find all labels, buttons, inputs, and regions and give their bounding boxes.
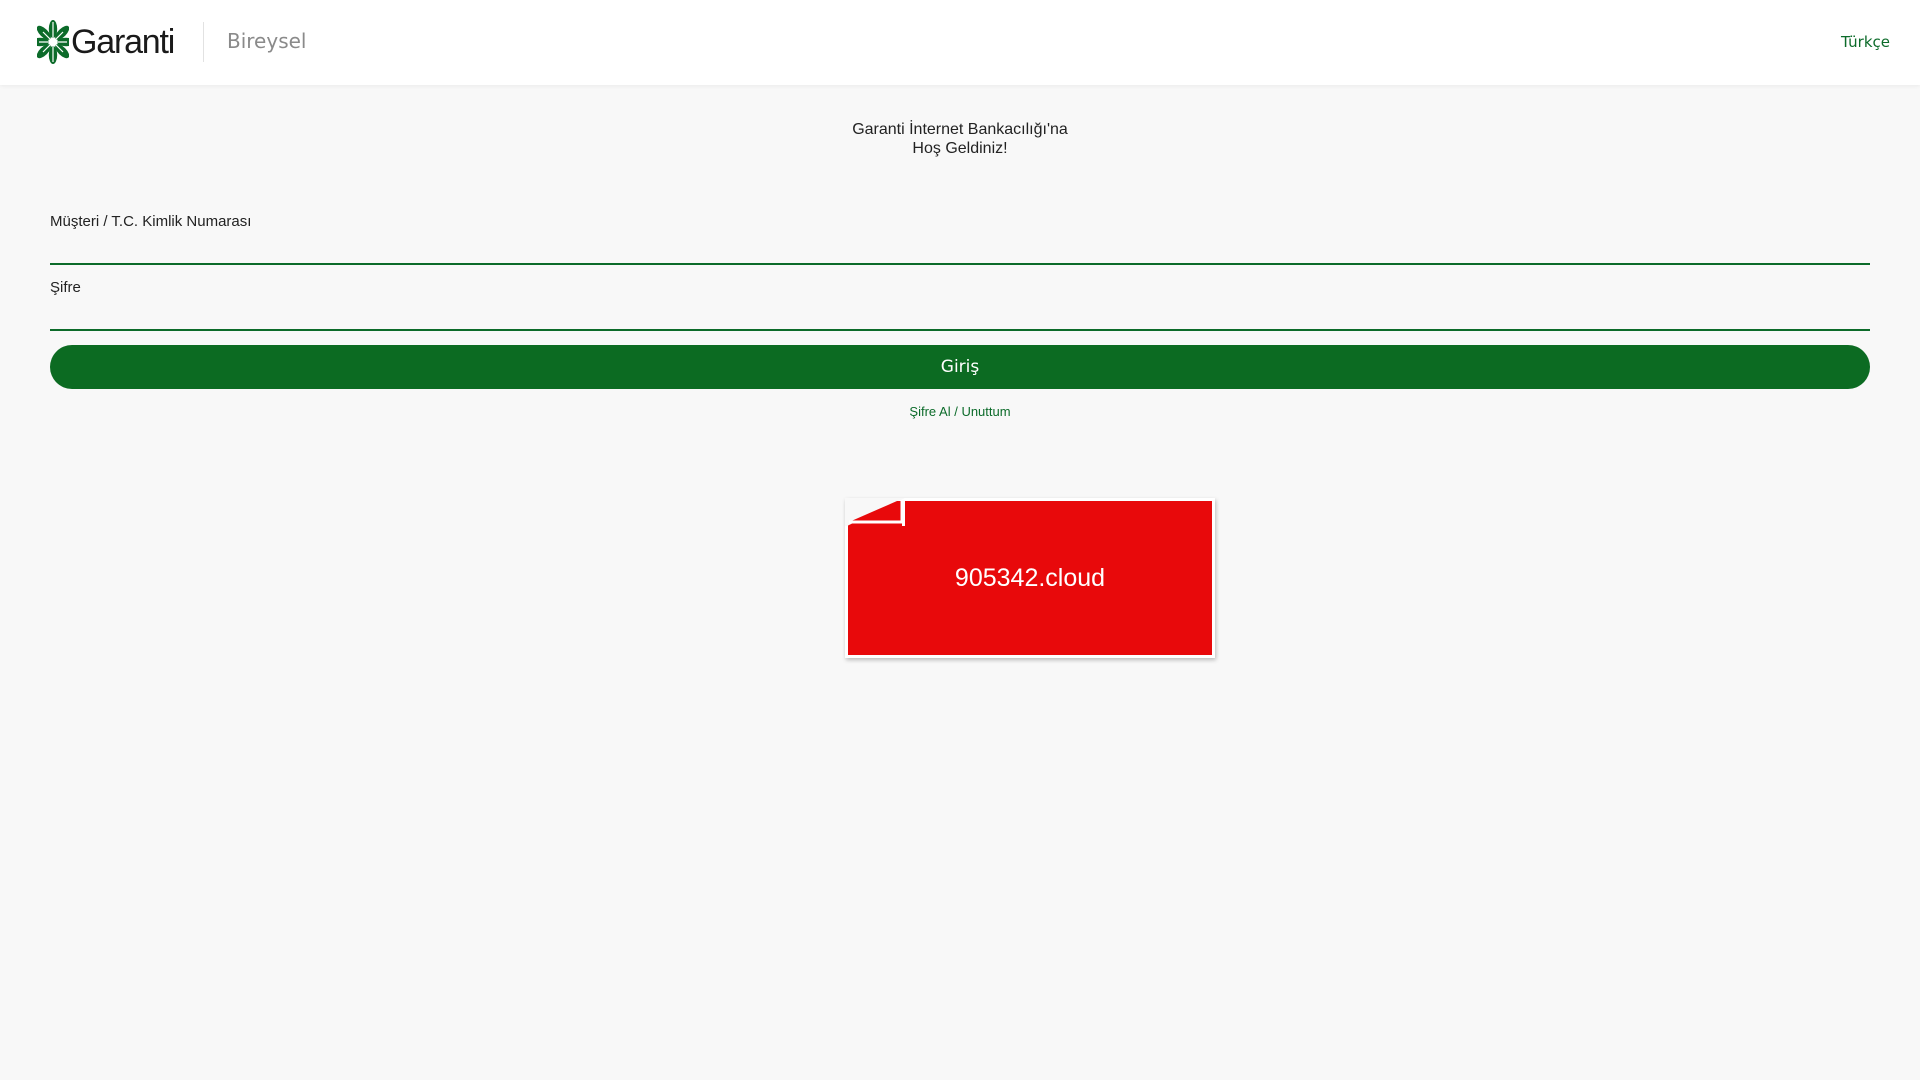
customer-id-field: Müşteri / T.C. Kimlik Numarası [50,207,1874,265]
forgot-password-row: Şifre Al / Unuttum [0,404,1920,419]
welcome-message: Garanti İnternet Bankacılığı'na Hoş Geld… [0,120,1920,158]
domain-banner: 905342.cloud [845,498,1215,658]
welcome-line-2: Hoş Geldiniz! [912,140,1008,157]
segment-label: Bireysel [227,29,307,53]
password-field: Şifre [50,273,1874,331]
password-label: Şifre [50,279,81,296]
customer-id-label: Müşteri / T.C. Kimlik Numarası [50,213,252,230]
login-button[interactable]: Giriş [50,345,1870,389]
garanti-logo[interactable]: Garanti [37,20,175,64]
language-switch[interactable]: Türkçe [1841,33,1890,51]
password-input[interactable] [50,301,1874,327]
welcome-line-1: Garanti İnternet Bankacılığı'na [852,121,1068,138]
brand-name: Garanti [71,22,175,61]
header-divider [203,22,204,62]
clover-leaf-logo-icon [37,20,69,64]
page-fold-icon [845,498,905,526]
forgot-password-link[interactable]: Şifre Al / Unuttum [909,404,1010,419]
customer-id-input[interactable] [50,235,1874,261]
header: Garanti Bireysel Türkçe [0,0,1920,85]
